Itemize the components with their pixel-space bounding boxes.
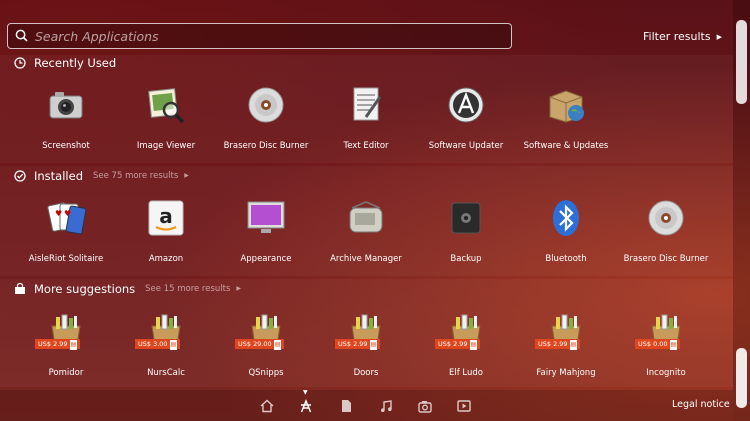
image-viewer-icon: [148, 88, 185, 124]
scrollbar[interactable]: [733, 0, 750, 421]
svg-text:a: a: [159, 204, 173, 228]
app-label: Screenshot: [42, 141, 90, 151]
price-badge: US$ 0.00 ▤: [635, 339, 681, 350]
category-title: Recently Used: [34, 56, 117, 70]
scrollbar-thumb[interactable]: [736, 20, 747, 104]
app-label: Appearance: [240, 254, 292, 264]
search-icon: [15, 29, 28, 42]
chevron-right-icon: ▶: [716, 33, 722, 41]
active-lens-indicator-icon: ▼: [303, 389, 308, 396]
store-icon: ▤: [369, 340, 378, 350]
resize-grip[interactable]: [736, 348, 747, 408]
music-lens-icon[interactable]: [379, 399, 393, 413]
app-label: Amazon: [148, 254, 184, 264]
app-label: Pomidor: [48, 368, 84, 378]
app-label: Software & Updates: [523, 141, 609, 151]
category-installed: Installed See 75 more results ▶: [14, 169, 189, 183]
disc-icon: [648, 200, 684, 236]
app-label: Fairy Mahjong: [536, 368, 596, 378]
app-label: NursCalc: [147, 368, 185, 378]
app-label: Bluetooth: [545, 254, 587, 264]
app-label: Brasero Disc Burner: [623, 254, 709, 264]
store-icon: ▤: [69, 340, 78, 350]
filter-results-button[interactable]: Filter results ▶: [643, 30, 722, 43]
archive-icon: [349, 201, 383, 233]
store-icon: ▤: [469, 340, 478, 350]
see-more-results-link[interactable]: See 75 more results ▶: [93, 171, 189, 181]
app-label: Archive Manager: [330, 254, 402, 264]
price-badge: US$ 29.00 ▤: [235, 339, 285, 350]
safe-icon: [451, 202, 481, 234]
price-badge: US$ 2.99 ▤: [335, 339, 381, 350]
unity-dash: Search Applications Filter results ▶ Rece…: [0, 0, 750, 421]
clock-icon: [14, 57, 26, 69]
store-icon: ▤: [169, 340, 178, 350]
app-label: Backup: [450, 254, 482, 264]
app-label: Doors: [353, 368, 379, 378]
price-badge: US$ 3.00 ▤: [135, 339, 181, 350]
camera-icon: [49, 92, 83, 119]
app-label: QSnipps: [248, 368, 284, 378]
app-label: Incognito: [646, 368, 686, 378]
bluetooth-icon: [553, 200, 579, 236]
photos-lens-icon[interactable]: [418, 399, 432, 413]
video-lens-icon[interactable]: [457, 399, 471, 413]
svg-text:♥: ♥: [55, 209, 62, 218]
search-input[interactable]: Search Applications: [7, 23, 512, 49]
cards-icon: ♥ ♥: [47, 202, 86, 235]
chevron-right-icon: ▶: [184, 172, 189, 179]
category-title: More suggestions: [34, 282, 136, 296]
app-label: Software Updater: [428, 141, 504, 151]
box-globe-icon: [549, 90, 584, 123]
filter-results-label: Filter results: [643, 30, 711, 43]
store-icon: ▤: [569, 340, 578, 350]
app-label: Text Editor: [343, 141, 389, 151]
updater-icon: [448, 87, 484, 123]
files-lens-icon[interactable]: [339, 399, 353, 413]
disc-icon: [248, 87, 284, 123]
app-label: AisleRiot Solitaire: [28, 254, 104, 264]
category-title: Installed: [34, 169, 83, 183]
text-editor-icon: [353, 87, 382, 121]
svg-text:♥: ♥: [64, 209, 71, 218]
search-placeholder: Search Applications: [35, 29, 159, 44]
amazon-icon: a: [148, 200, 184, 236]
applications-lens-icon[interactable]: [299, 399, 313, 413]
category-recently-used: Recently Used: [14, 56, 116, 70]
shopping-bag-icon: [15, 283, 25, 294]
home-lens-icon[interactable]: [260, 399, 274, 413]
lens-bar: [0, 390, 733, 421]
see-more-results-link[interactable]: See 15 more results ▶: [145, 284, 241, 294]
chevron-right-icon: ▶: [236, 285, 242, 292]
store-icon: ▤: [669, 340, 678, 350]
store-icon: ▤: [273, 340, 282, 350]
app-label: Brasero Disc Burner: [223, 141, 309, 151]
app-label: Elf Ludo: [449, 368, 483, 378]
price-badge: US$ 2.99 ▤: [35, 339, 81, 350]
category-more-suggestions: More suggestions See 15 more results ▶: [14, 282, 241, 296]
monitor-icon: [247, 201, 285, 233]
price-badge: US$ 2.99 ▤: [535, 339, 581, 350]
app-label: Image Viewer: [136, 141, 196, 151]
price-badge: US$ 2.99 ▤: [435, 339, 481, 350]
check-circle-icon: [14, 170, 26, 182]
legal-notice-link[interactable]: Legal notice: [672, 399, 730, 410]
